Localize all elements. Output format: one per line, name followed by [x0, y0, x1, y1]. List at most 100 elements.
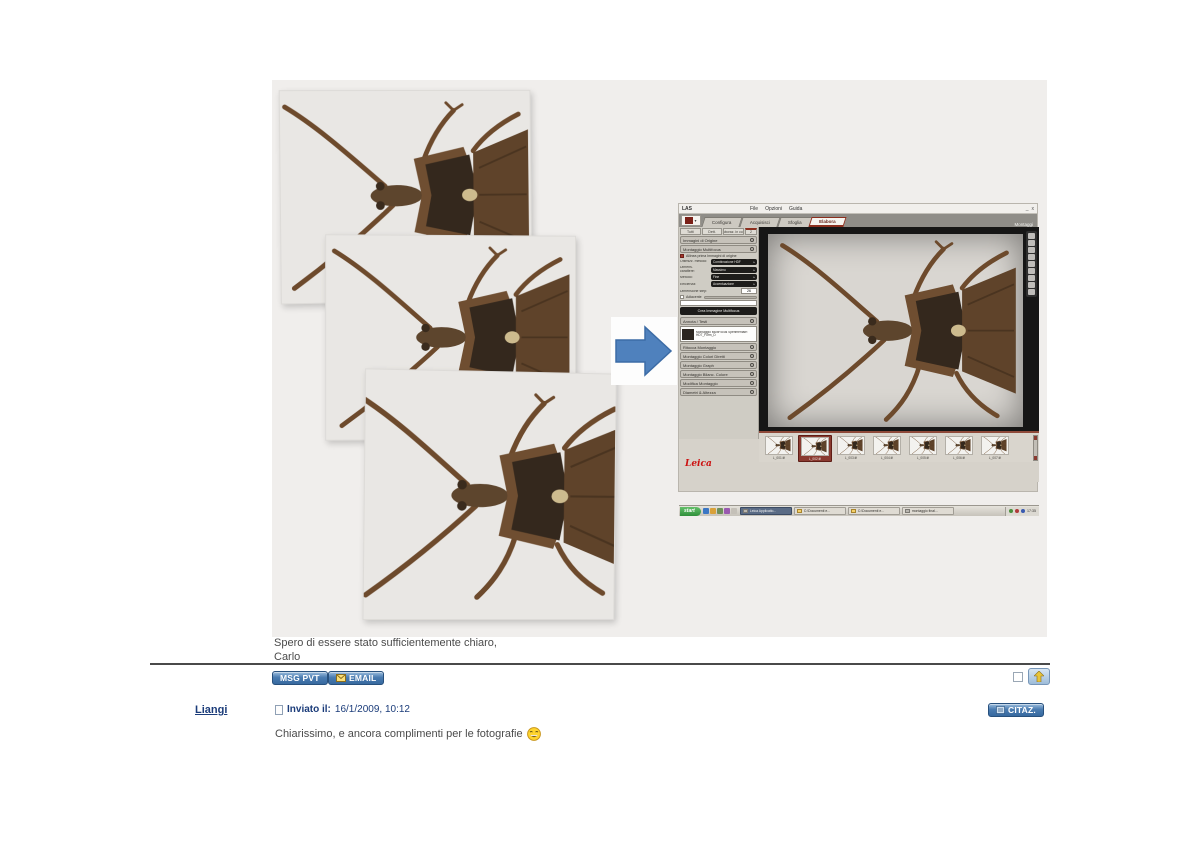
filmstrip-thumbnail: L_007.tif: [978, 435, 1012, 462]
leica-logo: Leica: [685, 459, 712, 469]
dropdown: Accentuazione▸: [711, 281, 757, 287]
dropdown: Massimo▸: [711, 267, 757, 273]
subtab-all: Tutti: [680, 228, 701, 235]
print-icon: [1028, 240, 1035, 246]
name-input: [680, 300, 757, 306]
dropdown: Fine▸: [711, 274, 757, 280]
post1-closing-line: Spero di essere stato sufficientemente c…: [274, 637, 497, 649]
gear-icon: [750, 354, 754, 358]
zoom-fit-icon: [1028, 282, 1035, 288]
subtab-processing: Elaboraz. in corso: [723, 228, 744, 235]
msg-pvt-button[interactable]: MSG PVT: [272, 671, 328, 685]
field-metodo: Metodo: Fine▸: [680, 274, 757, 280]
section-bilanc: Montaggio Bilanc. Colore: [680, 370, 757, 378]
filmstrip-scrollbar: [1033, 435, 1038, 461]
section-source-images: Immagini di Origine: [680, 236, 757, 244]
select-post-checkbox[interactable]: [1013, 672, 1023, 682]
tab-sfoglia: Sfoglia: [777, 217, 812, 227]
tab-acquisisci: Acquisisci: [739, 217, 780, 227]
section-modifica: Modifica Montaggio: [680, 379, 757, 387]
envelope-icon: [336, 674, 346, 682]
gear-icon: [750, 319, 754, 323]
subtab-count: 2: [745, 228, 757, 235]
app-icon: ▾: [681, 215, 701, 226]
gear-icon: [750, 363, 754, 367]
strip-footer: [759, 462, 1039, 482]
panel-subtabs: Tutti Dett. Elaboraz. in corso 2: [680, 228, 757, 235]
windows-taskbar: start Leica Applicatio... C:\Documenti e…: [679, 505, 1039, 516]
system-tray: 17:35: [1005, 507, 1039, 516]
folder-icon: [797, 509, 802, 513]
dropdown: Combinazione HDF▸: [711, 259, 757, 265]
browser-icon: [703, 508, 709, 514]
bug-image-result: [773, 238, 1018, 423]
go-to-top-button[interactable]: [1028, 668, 1050, 685]
app-left-panel: Tutti Dett. Elaboraz. in corso 2 Immagin…: [679, 227, 759, 439]
window-controls: _x: [1026, 206, 1034, 212]
align-option-row: Allinea prima Immagini di origine: [680, 254, 757, 258]
menu-file: File: [750, 206, 758, 212]
gear-icon: [750, 247, 754, 251]
app-title: LAS: [682, 206, 692, 212]
section-ritocca: Ritocca Montaggio: [680, 343, 757, 351]
filmstrip-thumbnail-selected: L_002.tif: [798, 435, 832, 462]
tray-icon: [1009, 509, 1013, 513]
post-divider: [150, 663, 1050, 665]
filmstrip-thumbnail: L_003.tif: [834, 435, 868, 462]
filmstrip-thumbnail: L_004.tif: [870, 435, 904, 462]
source-photo-3: [362, 368, 616, 620]
post-attached-figure: LAS File Opzioni Guida _x ▾ Configura Ac…: [272, 80, 1047, 637]
taskbar-task-folder-2: C:\Documenti e...: [848, 507, 900, 515]
taskbar-clock: 17:35: [1027, 509, 1036, 513]
field-size: Dimens. carattere: Massimo▸: [680, 266, 757, 273]
result-thumb: [682, 329, 694, 340]
field-step: Dimensione step: 26: [680, 288, 757, 294]
checkbox-icon: [680, 254, 684, 258]
section-diametri: Diametri & Altezza: [680, 388, 757, 396]
post2-author-link[interactable]: Liangi: [195, 704, 227, 716]
document-icon: [905, 509, 910, 513]
montage-result-image: [768, 234, 1023, 427]
zoom-in-icon: [1028, 268, 1035, 274]
gear-icon: [750, 390, 754, 394]
taskbar-task-folder-1: C:\Documenti e...: [794, 507, 846, 515]
biggrin-smiley-icon: [527, 727, 541, 741]
create-multifocus-button: Crea Immagine Multifocus: [680, 307, 757, 315]
copy-icon: [1028, 254, 1035, 260]
minimize-icon: _: [1026, 206, 1029, 212]
tab-configura: Configura: [701, 217, 742, 227]
section-colori: Montaggio Colori Diretti: [680, 352, 757, 360]
slider: [704, 296, 757, 299]
tab-elabora-active: Elabora: [809, 217, 847, 227]
up-arrow-icon: [1034, 671, 1044, 682]
quote-button[interactable]: CITAZ.: [988, 703, 1044, 717]
gear-icon: [750, 345, 754, 349]
post-page-icon: [275, 705, 283, 715]
menu-help: Guida: [789, 206, 802, 212]
email-button[interactable]: EMAIL: [328, 671, 384, 685]
explorer-icon: [717, 508, 723, 514]
pan-icon: [1028, 289, 1035, 295]
annotate-icon: [1028, 261, 1035, 267]
section-graph: Montaggio Graph: [680, 361, 757, 369]
app-title-bar: LAS File Opzioni Guida _x: [679, 204, 1037, 214]
field-efficienza: Efficienza: Accentuazione▸: [680, 281, 757, 287]
section-annotations: Annota / Testi: [680, 317, 757, 325]
workflow-arrow-plate: [611, 317, 677, 385]
step-spinner: 26: [741, 288, 757, 294]
right-arrow-icon: [615, 322, 673, 380]
app-task-icon: [743, 509, 748, 513]
close-icon: x: [1032, 206, 1035, 212]
media-icon: [724, 508, 730, 514]
leica-las-app-screenshot: LAS File Opzioni Guida _x ▾ Configura Ac…: [678, 203, 1038, 492]
viewer-toolbar: [1026, 231, 1037, 297]
taskbar-task-leica: Leica Applicatio...: [740, 507, 792, 515]
bug-image-3: [362, 379, 616, 609]
filmstrip-thumbnail: L_005.tif: [906, 435, 940, 462]
taskbar-task-editor: montaggio final...: [902, 507, 954, 515]
app-workflow-tabbar: ▾ Configura Acquisisci Sfoglia Elabora M…: [679, 214, 1037, 227]
quick-launch-icons: [703, 508, 737, 514]
field-method-opt: Ottimizz. metodo: Combinazione HDF▸: [680, 259, 757, 265]
layers-icon: [1028, 247, 1035, 253]
tray-icon: [1015, 509, 1019, 513]
